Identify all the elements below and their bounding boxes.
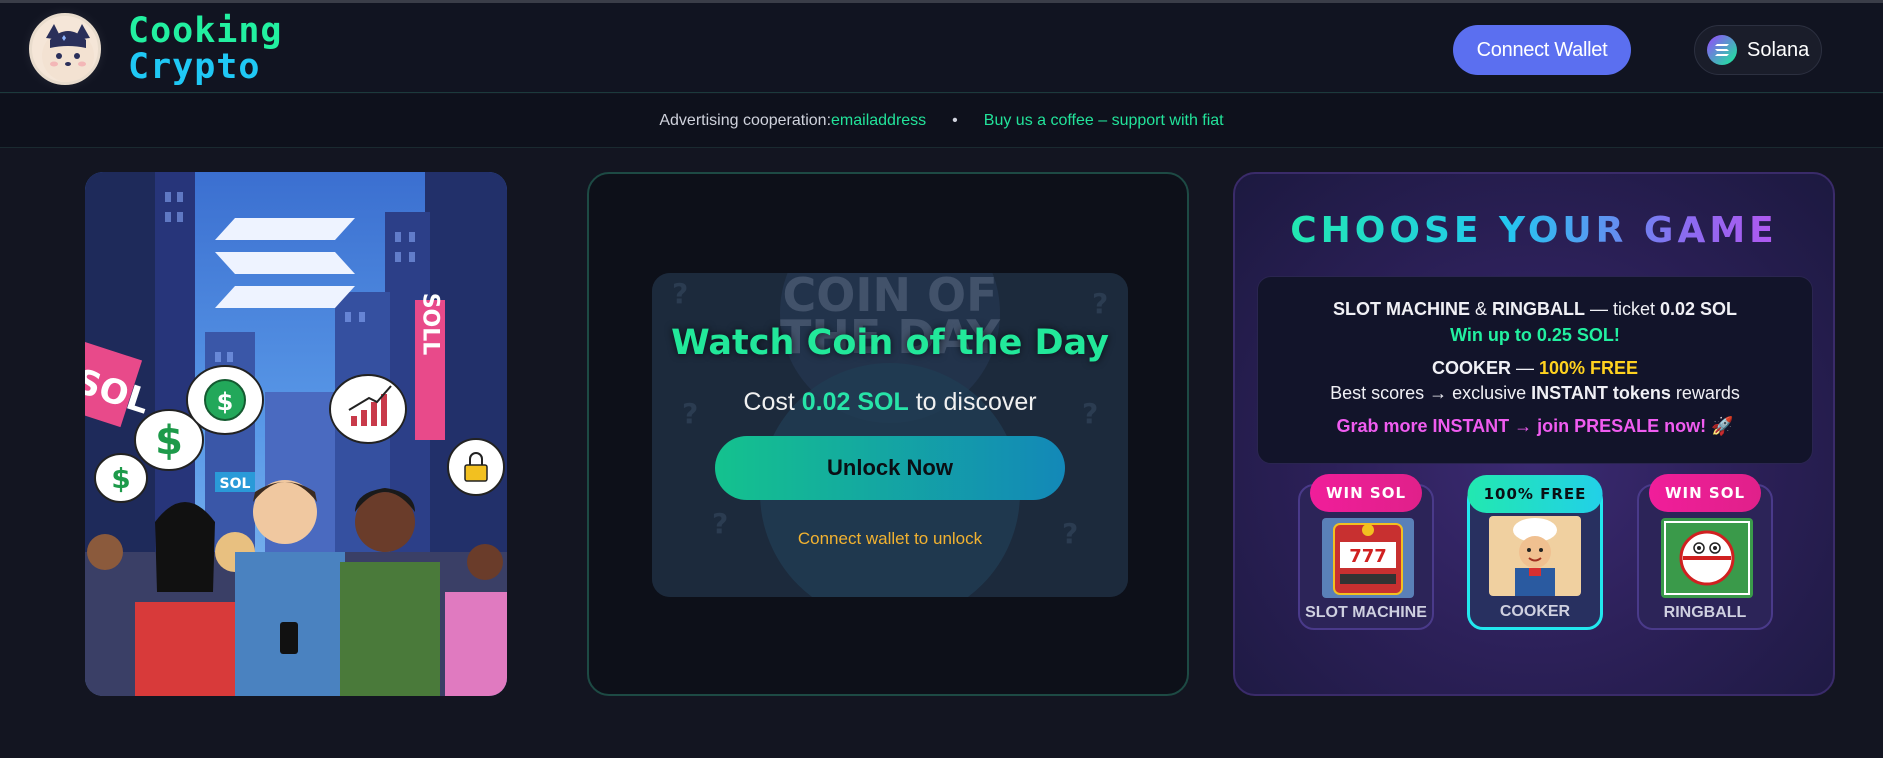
advertising-email-link[interactable]: emailaddress [831,112,926,130]
choose-game-title: CHOOSE YOUR GAME [1235,210,1833,251]
game-info-box: SLOT MACHINE & RINGBALL — ticket 0.02 SO… [1257,276,1813,464]
info-line-1: SLOT MACHINE & RINGBALL — ticket 0.02 SO… [1258,299,1812,320]
buy-coffee-link[interactable]: Buy us a coffee – support with fiat [984,112,1224,130]
instant-tokens-text: INSTANT tokens [1531,383,1671,403]
svg-text:$: $ [217,388,234,416]
cooker-thumbnail [1489,516,1581,596]
hero-illustration: SOL SOLL SOL $ $ $ [85,172,507,696]
slot-machine-tile[interactable]: WIN SOL 777 SLOT MACHINE [1298,474,1434,630]
free-text: 100% FREE [1538,358,1639,378]
cost-prefix: Cost [743,388,802,416]
ringball-tile[interactable]: WIN SOL RINGBALL [1637,474,1773,630]
best-scores-text: Best scores → exclusive [1330,383,1532,403]
win-sol-badge: WIN SOL [1648,474,1762,512]
cost-amount: 0.02 SOL [801,388,909,416]
solana-icon [1707,35,1737,65]
slot-machine-text: SLOT MACHINE [1332,299,1470,319]
choose-game-card: CHOOSE YOUR GAME SLOT MACHINE & RINGBALL… [1233,172,1835,696]
ticket-price: 0.02 SOL [1659,299,1738,319]
slot-machine-thumbnail: 777 [1322,518,1414,598]
coin-of-day-cost: Cost 0.02 SOL to discover [652,388,1128,417]
coin-of-day-locked-panel: COIN OF THE DAY ??? ??? Watch Coin of th… [652,273,1128,597]
cooker-text: COOKER [1431,358,1511,378]
svg-text:777: 777 [1349,546,1387,567]
sign-right-text: SOLL [418,293,443,356]
ticket-text: — ticket [1584,299,1660,319]
chain-selector[interactable]: Solana [1694,25,1822,75]
separator-dot: • [952,111,958,129]
cooker-tile[interactable]: 100% FREE COOKER [1467,475,1603,630]
svg-text:$: $ [155,418,183,464]
brand-line-1: Cooking [128,11,283,51]
svg-text:$: $ [111,462,130,495]
site-header: Cooking Crypto Connect Wallet Solana [0,3,1883,93]
coin-of-day-title: Watch Coin of the Day [671,323,1109,363]
unlock-now-button[interactable]: Unlock Now [715,436,1065,500]
ampersand: & [1469,299,1492,319]
connect-wallet-button[interactable]: Connect Wallet [1453,25,1631,75]
slot-machine-label: SLOT MACHINE [1305,604,1427,621]
coin-of-day-card: COIN OF THE DAY ??? ??? Watch Coin of th… [587,172,1189,696]
chain-label: Solana [1747,38,1810,61]
ringball-thumbnail [1661,518,1753,598]
brand-line-2: Crypto [128,47,261,87]
rewards-text: rewards [1670,383,1740,403]
cooker-label: COOKER [1499,603,1571,620]
presale-link[interactable]: Grab more INSTANT → join PRESALE now! 🚀 [1258,416,1812,437]
dash: — [1510,358,1539,378]
sign-small-text: SOL [220,476,251,492]
advertising-label: Advertising cooperation: [659,111,832,129]
game-tiles: WIN SOL 777 SLOT MACHINE 100% FREE COOKE… [1235,472,1833,632]
ringball-text: RINGBALL [1491,299,1585,319]
info-line-2: Win up to 0.25 SOL! [1450,325,1620,345]
announcement-bar: Advertising cooperation: emailaddress • … [0,94,1883,148]
free-badge: 100% FREE [1467,475,1603,513]
ringball-label: RINGBALL [1663,604,1747,621]
win-sol-badge: WIN SOL [1309,474,1423,512]
connect-wallet-hint: Connect wallet to unlock [797,529,983,548]
info-line-4: Best scores → exclusive INSTANT tokens r… [1258,383,1812,404]
cost-suffix: to discover [908,388,1037,416]
info-line-3: COOKER — 100% FREE [1258,358,1812,379]
svg-text:?: ? [672,277,688,310]
brand-name[interactable]: Cooking Crypto [128,13,283,85]
svg-text:?: ? [1092,287,1108,320]
logo-avatar[interactable] [29,13,101,85]
